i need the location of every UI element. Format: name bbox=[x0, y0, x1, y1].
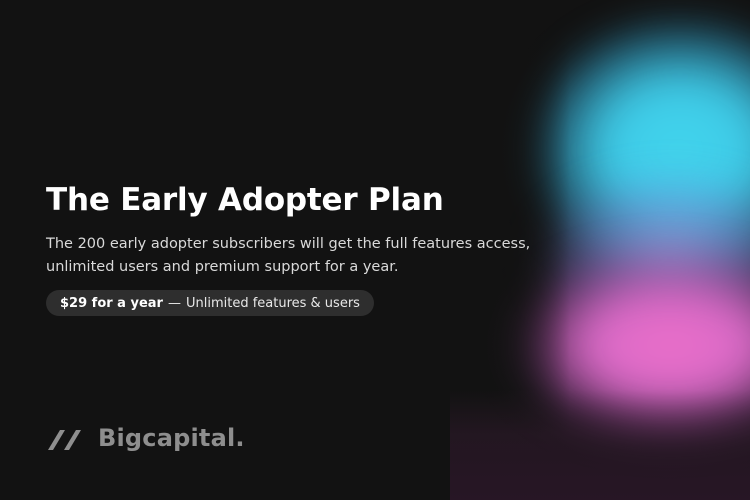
double-slash-logo-icon bbox=[48, 430, 81, 450]
hero-title: The Early Adopter Plan bbox=[46, 182, 444, 218]
pricing-badge: $29 for a year — Unlimited features & us… bbox=[46, 290, 374, 316]
brand-name: Bigcapital. bbox=[98, 424, 245, 452]
pricing-badge-separator: — bbox=[167, 295, 181, 311]
brand-logo: Bigcapital. bbox=[46, 424, 245, 452]
hero-content: The Early Adopter Plan The 200 early ado… bbox=[46, 178, 606, 316]
glow-fade-bottom bbox=[450, 390, 750, 500]
hero-description: The 200 early adopter subscribers will g… bbox=[46, 236, 531, 275]
pricing-badge-price: $29 for a year bbox=[60, 295, 163, 311]
promo-banner: The Early Adopter Plan The 200 early ado… bbox=[0, 0, 750, 500]
pricing-badge-detail: Unlimited features & users bbox=[185, 295, 360, 311]
